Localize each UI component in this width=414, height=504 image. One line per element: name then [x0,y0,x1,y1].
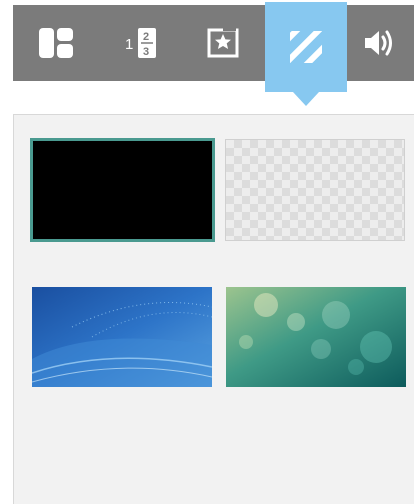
blue-abstract-image [32,287,212,387]
background-swatch-blue-abstract[interactable] [32,287,212,387]
layout-button[interactable] [13,5,98,81]
frame-button[interactable] [183,5,265,81]
layout-icon [38,28,73,58]
background-swatch-black[interactable] [30,138,215,242]
speaker-icon [364,30,392,56]
number-two-glyph: 2 [143,31,149,43]
frame-icon [207,25,239,58]
slide-number-icon: 1 2 3 [125,28,156,58]
background-stripes-icon [290,31,322,63]
background-button[interactable] [265,2,347,92]
audio-button[interactable] [347,5,414,81]
number-one-glyph: 1 [125,36,133,53]
background-swatch-transparent[interactable] [225,139,405,241]
green-bokeh-image [226,287,406,387]
background-swatch-green-bokeh[interactable] [226,287,406,387]
active-tab-pointer [293,92,319,106]
number-three-glyph: 3 [143,46,149,58]
slide-number-button[interactable]: 1 2 3 [98,5,183,81]
